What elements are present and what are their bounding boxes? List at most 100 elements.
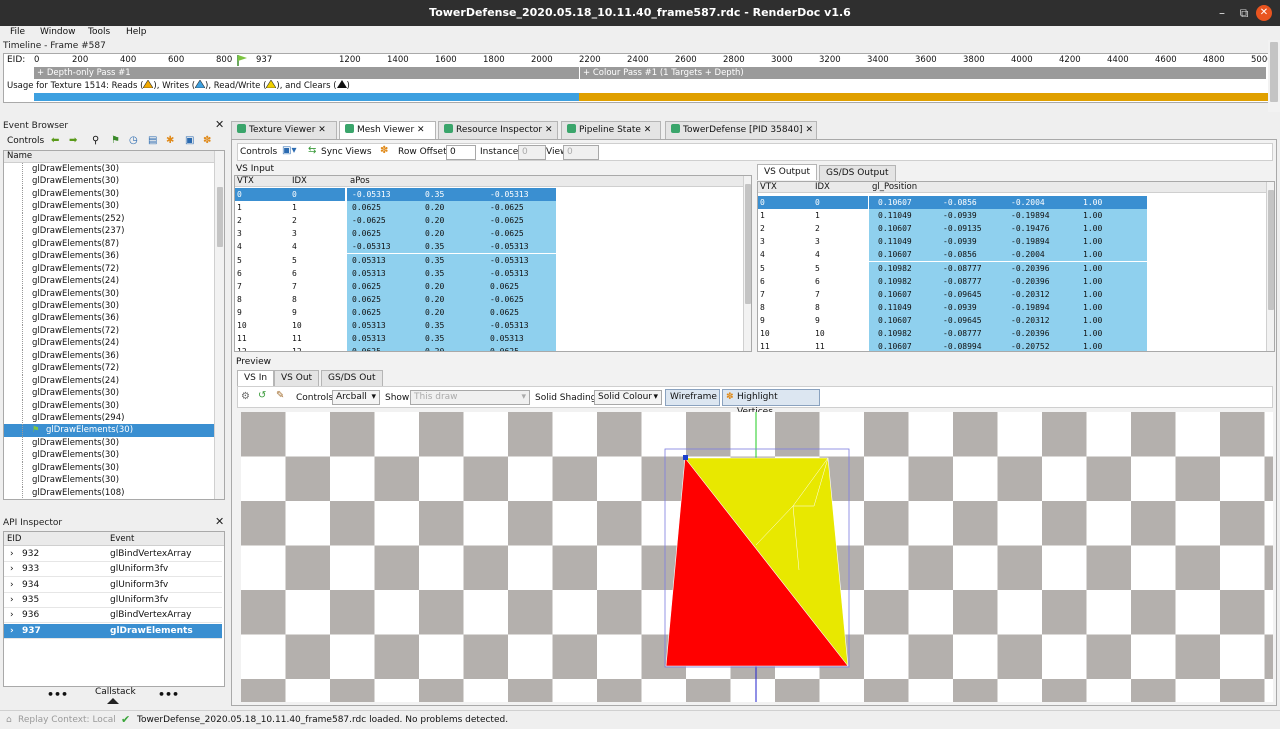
tab-gsds-output[interactable]: GS/DS Output	[819, 165, 896, 181]
time-clock-icon[interactable]: ◷	[129, 134, 138, 148]
vs-input-row[interactable]: 5 5 0.05313 0.35 -0.05313	[235, 253, 743, 267]
event-row[interactable]: glDrawElements(87)	[4, 237, 214, 251]
out-vtx-column-header[interactable]: VTX	[760, 182, 777, 193]
event-list-scrollbar[interactable]	[214, 151, 224, 499]
api-row[interactable]: › 936 glBindVertexArray	[4, 608, 222, 624]
menu-help[interactable]: Help	[126, 27, 147, 37]
vs-input-scrollbar[interactable]	[743, 176, 751, 351]
api-list[interactable]: EID Event › 932 glBindVertexArray › 933 glUni…	[3, 531, 225, 687]
tab-pipeline-state-close-icon[interactable]: ✕	[644, 125, 652, 135]
vs-output-row[interactable]: 0 0 0.10607 -0.0856 -0.2004 1.00	[758, 196, 1266, 209]
vs-output-scrollbar[interactable]	[1266, 182, 1274, 351]
expand-chevron-icon[interactable]: ›	[10, 547, 14, 562]
more-right-icon[interactable]: •••	[158, 688, 179, 701]
vs-input-row[interactable]: 6 6 0.05313 0.35 -0.05313	[235, 266, 743, 280]
event-row[interactable]: glDrawElements(36)	[4, 312, 214, 326]
vs-output-row[interactable]: 3 3 0.11049 -0.0939 -0.19894 1.00	[758, 235, 1266, 249]
expand-chevron-icon[interactable]: ›	[10, 608, 14, 623]
maximize-button[interactable]: ⧉	[1233, 0, 1255, 26]
vs-input-row[interactable]: 9 9 0.0625 0.20 0.0625	[235, 305, 743, 319]
menu-file[interactable]: File	[10, 27, 25, 37]
vs-input-row[interactable]: 1 1 0.0625 0.20 -0.0625	[235, 201, 743, 215]
event-row[interactable]: glDrawElements(30)	[4, 287, 214, 301]
event-row[interactable]: glDrawElements(108)	[4, 486, 214, 499]
tab-application[interactable]: TowerDefense [PID 35840] ✕	[665, 121, 817, 139]
row-offset-input[interactable]: 0	[446, 145, 476, 160]
vs-output-row[interactable]: 8 8 0.11049 -0.0939 -0.19894 1.00	[758, 300, 1266, 314]
event-row[interactable]: glDrawElements(30)	[4, 200, 214, 214]
vs-output-row[interactable]: 9 9 0.10607 -0.09645 -0.20312 1.00	[758, 313, 1266, 327]
event-row[interactable]: glDrawElements(72)	[4, 362, 214, 376]
api-row[interactable]: › 934 glUniform3fv	[4, 578, 222, 593]
tab-texture-viewer[interactable]: Texture Viewer ✕	[231, 121, 337, 139]
colour-pass-bar[interactable]: + Colour Pass #1 (1 Targets + Depth)	[579, 67, 1266, 79]
mesh-preview-viewport[interactable]	[241, 412, 1273, 702]
event-row[interactable]: glDrawElements(24)	[4, 374, 214, 388]
settings-gear-icon[interactable]: ✱	[166, 134, 174, 148]
colorize-icon[interactable]: ✽	[203, 134, 211, 148]
highlight-icon[interactable]: ✽	[380, 145, 388, 156]
vs-output-row[interactable]: 10 10 0.10982 -0.08777 -0.20396 1.00	[758, 327, 1266, 340]
eid-column-header[interactable]: EID	[7, 532, 21, 546]
event-row[interactable]: glDrawElements(30)	[4, 387, 214, 401]
event-row[interactable]: glDrawElements(30)	[4, 299, 214, 313]
highlighted-vertex[interactable]	[683, 455, 688, 460]
vtx-column-header[interactable]: VTX	[237, 176, 254, 187]
callstack-expand-icon[interactable]	[107, 698, 119, 704]
tab-gsds-out[interactable]: GS/DS Out	[321, 370, 383, 386]
api-row[interactable]: › 935 glUniform3fv	[4, 593, 222, 608]
next-event-arrow-icon[interactable]: ➡	[69, 134, 77, 148]
apos-column-header[interactable]: aPos	[350, 176, 370, 187]
instance-input[interactable]: 0	[518, 145, 546, 160]
solid-shading-select[interactable]: Solid Colour ▾	[594, 390, 662, 405]
event-row[interactable]: glDrawElements(30)	[4, 461, 214, 475]
minimize-button[interactable]: –	[1211, 0, 1233, 26]
event-row[interactable]: glDrawElements(30)	[4, 175, 214, 189]
prev-event-arrow-icon[interactable]: ⬅	[51, 134, 59, 148]
tab-vs-output[interactable]: VS Output	[757, 164, 817, 180]
tab-resource-inspector[interactable]: Resource Inspector ✕	[438, 121, 558, 139]
close-event-browser-icon[interactable]: ✕	[215, 118, 224, 131]
expand-chevron-icon[interactable]: ›	[10, 593, 14, 608]
tab-mesh-viewer[interactable]: Mesh Viewer ✕	[339, 121, 436, 140]
more-left-icon[interactable]: •••	[47, 688, 68, 701]
show-select[interactable]: This draw ▾	[410, 390, 530, 405]
callstack-label[interactable]: Callstack	[95, 687, 136, 697]
out-idx-column-header[interactable]: IDX	[815, 182, 830, 193]
vs-input-row[interactable]: 10 10 0.05313 0.35 -0.05313	[235, 319, 743, 332]
api-row[interactable]: › 933 glUniform3fv	[4, 562, 222, 578]
event-row[interactable]: glDrawElements(36)	[4, 349, 214, 363]
gl-position-column-header[interactable]: gl_Position	[872, 182, 917, 193]
bookmark-flag-icon[interactable]: ⚑	[111, 134, 120, 148]
pick-vertex-icon[interactable]: ✎	[276, 390, 284, 401]
timeline-scrollbar[interactable]	[1268, 40, 1280, 112]
event-row[interactable]: glDrawElements(24)	[4, 275, 214, 289]
name-column-header[interactable]: Name	[7, 151, 32, 162]
event-row[interactable]: ⚑ glDrawElements(30)	[4, 424, 214, 438]
wireframe-toggle[interactable]: Wireframe	[665, 389, 720, 406]
tab-vs-out[interactable]: VS Out	[274, 370, 320, 386]
depth-pass-bar[interactable]: + Depth-only Pass #1	[34, 67, 579, 79]
vs-input-row[interactable]: 4 4 -0.05313 0.35 -0.05313	[235, 240, 743, 254]
sync-views-button[interactable]: Sync Views	[321, 147, 372, 157]
timeline-panel[interactable]: EID: 0 200 400 600 800 937 1200 1400 1600 1800 200…	[3, 53, 1277, 103]
expand-chevron-icon[interactable]: ›	[10, 578, 14, 593]
event-row[interactable]: glDrawElements(252)	[4, 212, 214, 226]
tab-pipeline-state[interactable]: Pipeline State ✕	[561, 121, 661, 139]
stats-icon[interactable]: ▤	[148, 134, 157, 148]
find-binoculars-icon[interactable]: ⚲	[92, 134, 99, 148]
preview-render[interactable]	[241, 412, 1273, 702]
vs-input-row[interactable]: 3 3 0.0625 0.20 -0.0625	[235, 227, 743, 241]
vs-output-row[interactable]: 2 2 0.10607 -0.09135 -0.19476 1.00	[758, 222, 1266, 236]
event-row[interactable]: glDrawElements(30)	[4, 399, 214, 413]
vs-output-row[interactable]: 11 11 0.10607 -0.08994 -0.20752 1.00	[758, 340, 1266, 351]
vs-output-table[interactable]: VTX IDX gl_Position 0 0 0.10607 -0.0856 -0.2…	[757, 181, 1275, 352]
menu-tools[interactable]: Tools	[88, 27, 110, 37]
close-window-button[interactable]: ✕	[1256, 5, 1272, 21]
tab-texture-viewer-close-icon[interactable]: ✕	[318, 125, 326, 135]
event-list[interactable]: Name glDrawElements(30) glDrawElements(30…	[3, 150, 225, 500]
vs-input-row[interactable]: 7 7 0.0625 0.20 0.0625	[235, 279, 743, 293]
tab-resource-inspector-close-icon[interactable]: ✕	[545, 125, 553, 135]
event-row[interactable]: glDrawElements(24)	[4, 337, 214, 351]
event-row[interactable]: glDrawElements(294)	[4, 412, 214, 425]
